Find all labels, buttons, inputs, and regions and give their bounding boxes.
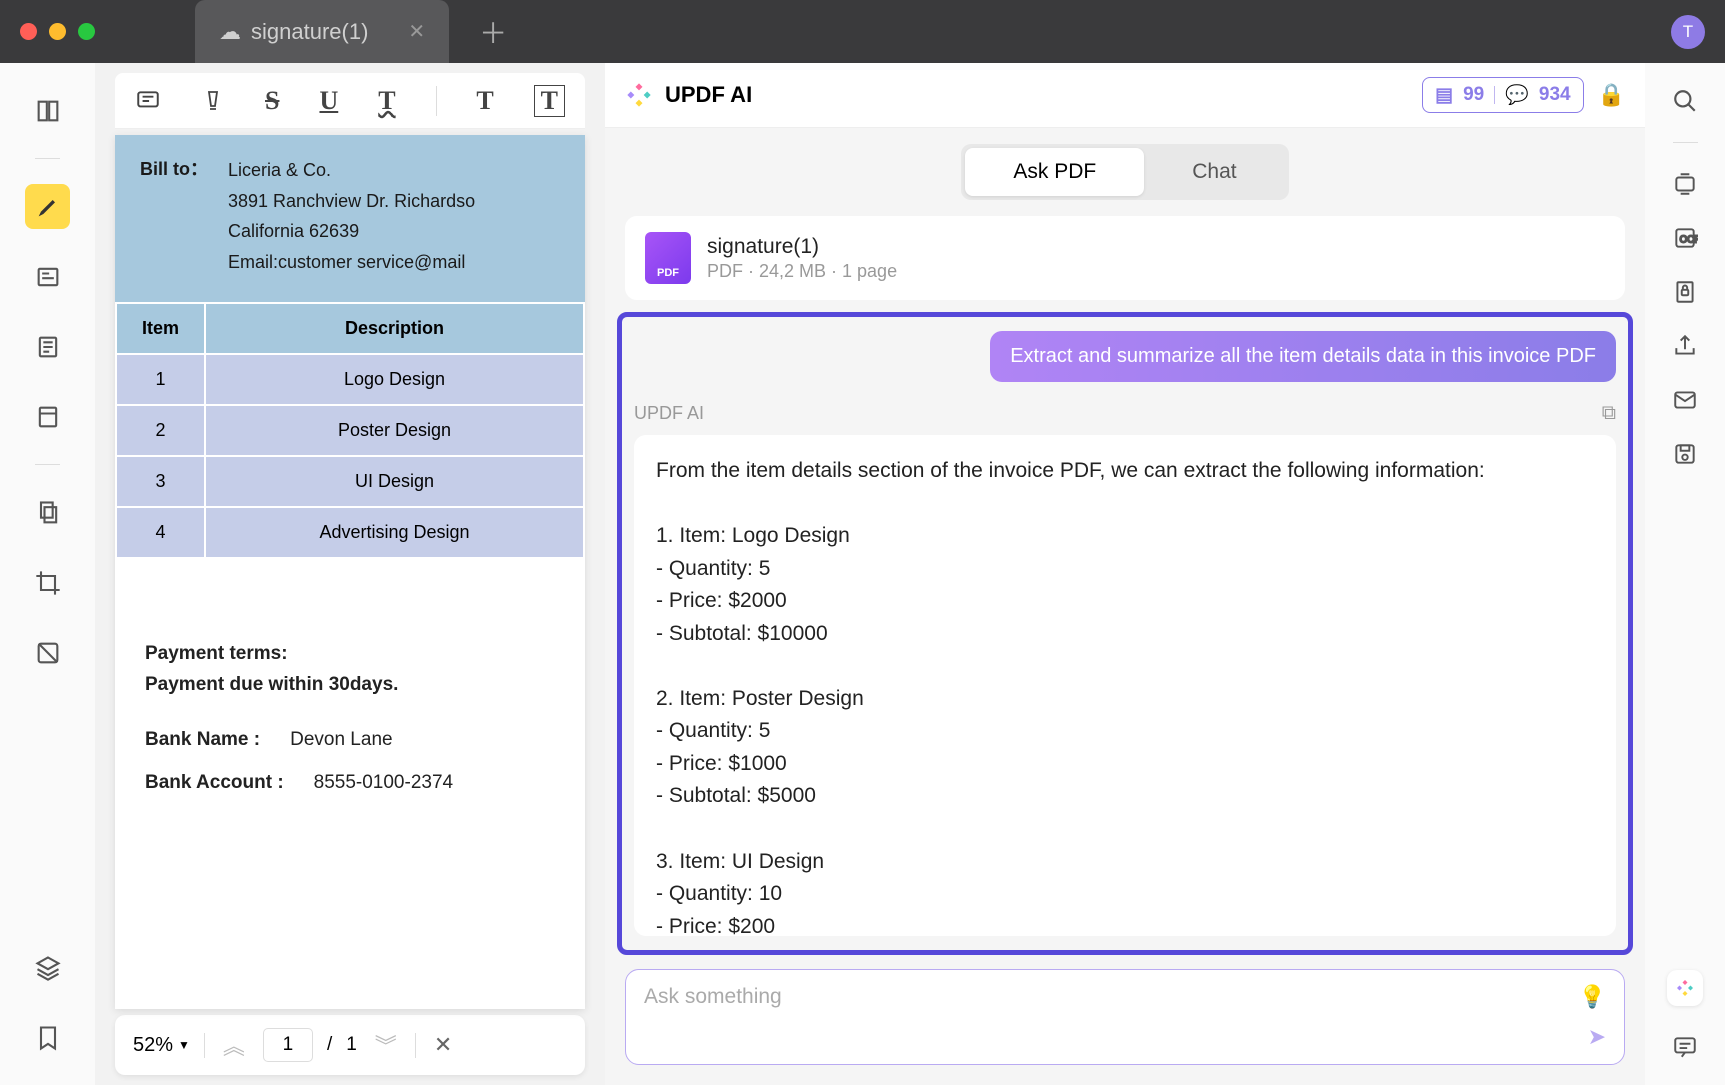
bill-to-label: Bill to：: [140, 155, 208, 277]
table-row: 3UI Design: [117, 457, 583, 506]
page-down-icon[interactable]: ︾: [371, 1029, 401, 1061]
chevron-down-icon: ▼: [178, 1038, 190, 1052]
close-tab-icon[interactable]: ✕: [408, 19, 425, 44]
updf-ai-button[interactable]: [1667, 970, 1703, 1006]
ai-panel: UPDF AI ▤ 99 💬 934 🔒: [605, 63, 1645, 1085]
credits-badge[interactable]: ▤ 99 💬 934: [1422, 77, 1583, 113]
scan-icon[interactable]: [1672, 171, 1698, 197]
file-name: signature(1): [707, 235, 897, 259]
search-icon[interactable]: [1672, 88, 1698, 114]
payment-terms-text: Payment due within 30days.: [145, 670, 555, 700]
ai-response-label: UPDF AI: [634, 403, 704, 424]
zoom-dropdown[interactable]: 52% ▼: [133, 1034, 190, 1057]
comment-tool-icon[interactable]: [135, 88, 161, 114]
window-minimize[interactable]: [49, 23, 66, 40]
highlighter-icon[interactable]: [25, 184, 70, 229]
tab-ask-pdf[interactable]: Ask PDF: [965, 148, 1144, 196]
lock-icon[interactable]: 🔒: [1598, 82, 1625, 108]
email-icon[interactable]: [1672, 387, 1698, 413]
page-badge-icon: ▤: [1435, 84, 1453, 107]
document-viewer: S U T T T Bill to： Liceria & Co.: [95, 63, 605, 1085]
squiggly-tool[interactable]: T: [378, 86, 395, 116]
left-sidebar: [0, 63, 95, 1085]
cloud-icon: ☁: [219, 19, 241, 45]
page-up-icon[interactable]: ︽: [219, 1029, 249, 1061]
svg-text:OCR: OCR: [1680, 234, 1698, 245]
organize-icon[interactable]: [25, 490, 70, 535]
ai-panel-title: UPDF AI: [665, 82, 752, 108]
ocr-icon[interactable]: OCR: [1672, 225, 1698, 251]
bank-name-value: Devon Lane: [290, 725, 392, 755]
chat-badge-icon: 💬: [1505, 83, 1529, 107]
share-icon[interactable]: [1672, 333, 1698, 359]
comment-panel-icon[interactable]: [1672, 1034, 1698, 1060]
page-controls: 52% ▼ ︽ / 1 ︾ ✕: [115, 1015, 585, 1075]
suggestions-icon[interactable]: 💡: [1579, 984, 1606, 1010]
page-number-input[interactable]: [263, 1028, 313, 1062]
form-tool-icon[interactable]: [25, 394, 70, 439]
save-icon[interactable]: [1672, 441, 1698, 467]
copy-icon[interactable]: ⧉: [1602, 402, 1616, 425]
right-sidebar: OCR: [1645, 63, 1725, 1085]
file-meta: PDF · 24,2 MB · 1 page: [707, 261, 897, 282]
redact-icon[interactable]: [25, 630, 70, 675]
chat-input[interactable]: [644, 985, 1579, 1009]
total-pages: 1: [346, 1034, 357, 1056]
bank-account-value: 8555-0100-2374: [314, 768, 453, 798]
pdf-file-icon: PDF: [645, 232, 691, 284]
strikethrough-tool[interactable]: S: [265, 86, 279, 116]
new-tab-button[interactable]: ＋: [479, 12, 507, 52]
table-row: 2Poster Design: [117, 406, 583, 455]
page-tool-icon[interactable]: [25, 324, 70, 369]
tab-chat[interactable]: Chat: [1144, 148, 1284, 196]
chat-input-container: 💡 ➤: [625, 969, 1625, 1065]
send-button[interactable]: ➤: [1588, 1024, 1606, 1050]
crop-icon[interactable]: [25, 560, 70, 605]
textbox-tool[interactable]: T: [534, 85, 565, 117]
window-close[interactable]: [20, 23, 37, 40]
underline-tool[interactable]: U: [319, 86, 338, 116]
bookmark-icon[interactable]: [25, 1015, 70, 1060]
close-controls-icon[interactable]: ✕: [430, 1032, 456, 1058]
bank-name-label: Bank Name :: [145, 725, 260, 755]
updf-logo-icon: [625, 81, 653, 109]
document-tab[interactable]: ☁ signature(1) ✕: [195, 0, 449, 63]
table-row: 4Advertising Design: [117, 508, 583, 557]
table-row: 1Logo Design: [117, 355, 583, 404]
invoice-table: ItemDescription 1Logo Design 2Poster Des…: [115, 302, 585, 559]
layers-icon[interactable]: [25, 945, 70, 990]
payment-terms-label: Payment terms:: [145, 639, 555, 669]
window-maximize[interactable]: [78, 23, 95, 40]
bill-to-address: Liceria & Co. 3891 Ranchview Dr. Richard…: [228, 155, 475, 277]
reader-icon[interactable]: [25, 88, 70, 133]
marker-tool-icon[interactable]: [201, 88, 225, 114]
user-message: Extract and summarize all the item detai…: [990, 331, 1616, 382]
protect-icon[interactable]: [1672, 279, 1698, 305]
bank-account-label: Bank Account :: [145, 768, 284, 798]
ai-response-text: From the item details section of the inv…: [634, 435, 1616, 936]
tab-title: signature(1): [251, 19, 368, 45]
edit-text-icon[interactable]: [25, 254, 70, 299]
user-avatar[interactable]: T: [1671, 15, 1705, 49]
file-attachment[interactable]: PDF signature(1) PDF · 24,2 MB · 1 page: [625, 216, 1625, 300]
text-tool[interactable]: T: [476, 86, 493, 116]
